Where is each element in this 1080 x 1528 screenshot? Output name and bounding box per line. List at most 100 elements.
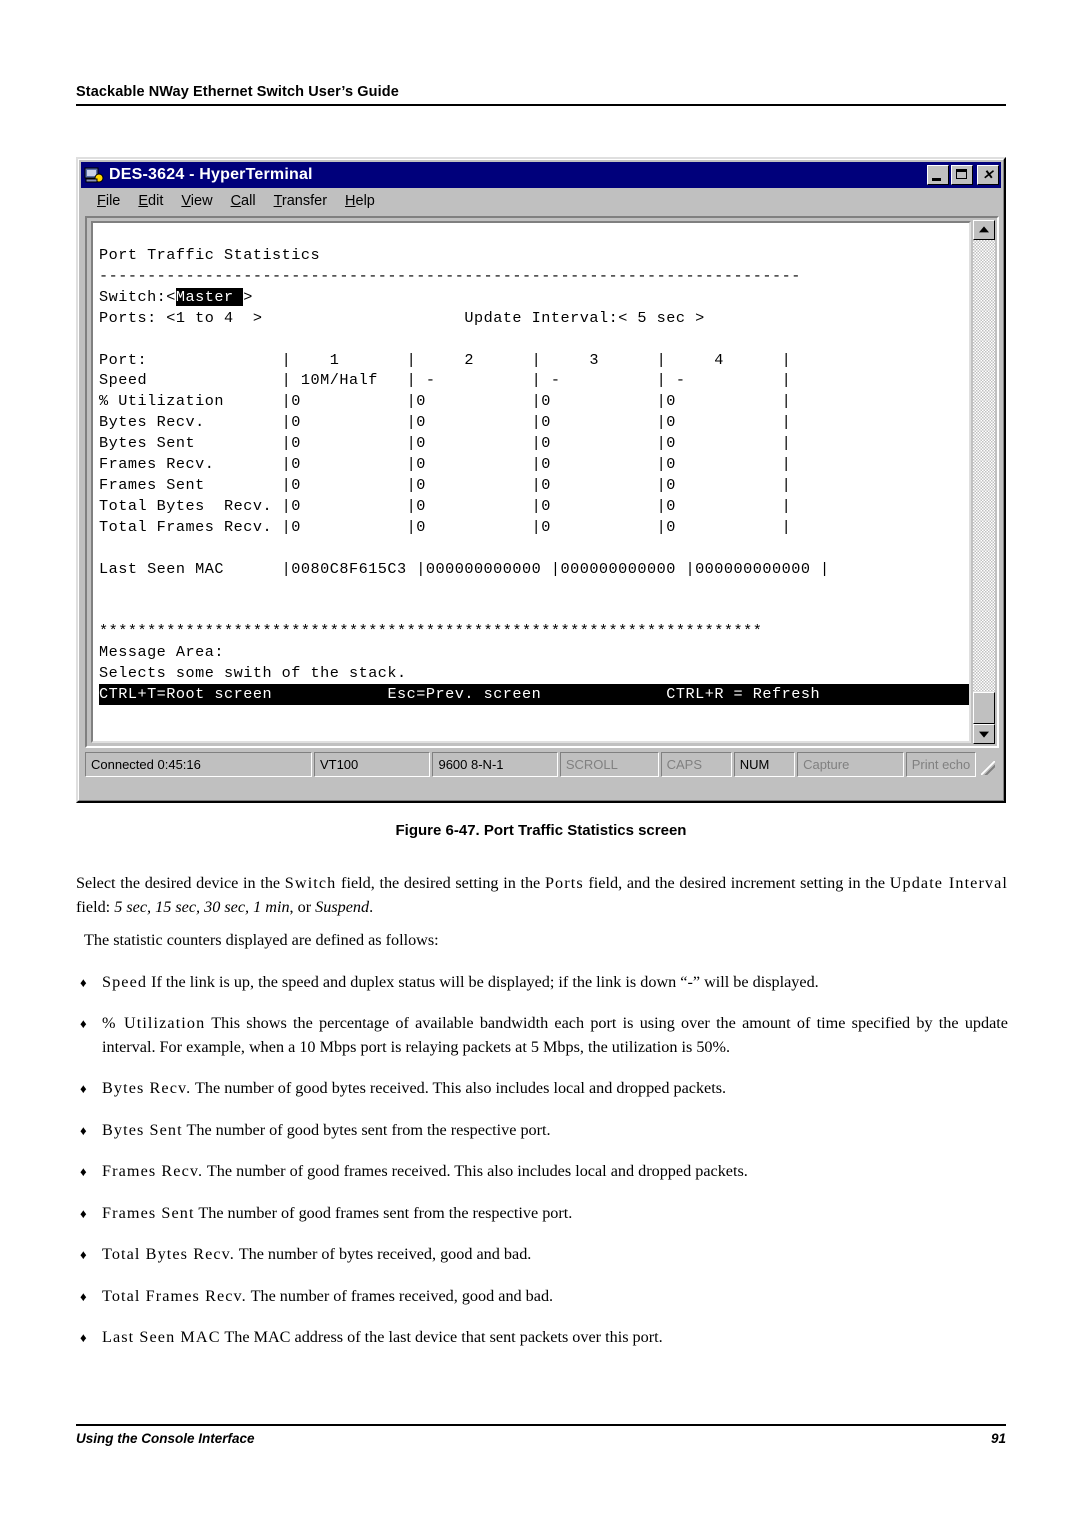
bullet-diamond-icon: ♦ [80, 1122, 87, 1138]
ports-field[interactable]: Ports: <1 to 4 > [99, 309, 262, 327]
message-area-text: Selects some swith of the stack. [99, 664, 407, 683]
list-item: ♦ Bytes Sent The number of good bytes se… [76, 1119, 1008, 1143]
intro-option-suspend: Suspend [315, 897, 370, 916]
list-item: ♦ Total Bytes Recv. The number of bytes … [76, 1243, 1008, 1267]
menu-bar: File Edit View Call Transfer Help [81, 188, 1001, 213]
update-interval-label: Update Interval: [464, 308, 619, 327]
menu-call[interactable]: Call [222, 191, 265, 211]
term-description: The number of frames received, good and … [246, 1286, 554, 1305]
list-item-text: % Utilization This shows the percentage … [102, 1012, 1008, 1059]
intro-text-d: field: [76, 897, 115, 916]
hyperterminal-window: DES-3624 - HyperTerminal ✕ File Edit Vie… [76, 157, 1006, 803]
menu-view[interactable]: View [172, 191, 221, 211]
list-item-text: Speed If the link is up, the speed and d… [102, 971, 1008, 995]
window-title: DES-3624 - HyperTerminal [109, 166, 313, 183]
term-description: The number of good frames received. This… [203, 1162, 748, 1180]
message-area-label: Message Area: [99, 643, 224, 662]
intro-options: 5 sec, 15 sec, 30 sec, 1 min [114, 897, 290, 916]
status-emulation: VT100 [313, 752, 431, 777]
terminal-screen[interactable]: Port Traffic Statistics ----------------… [91, 221, 971, 743]
list-item-text: Bytes Recv. The number of good bytes rec… [102, 1077, 1008, 1101]
window-controls: ✕ [927, 165, 999, 185]
term-label: Last Seen MAC [102, 1328, 221, 1346]
list-item: ♦ Total Frames Recv. The number of frame… [76, 1285, 1008, 1309]
list-item-text: Total Bytes Recv. The number of bytes re… [102, 1243, 1008, 1267]
menu-edit[interactable]: Edit [129, 191, 172, 211]
bullet-diamond-icon: ♦ [80, 1247, 87, 1262]
terminal-divider: ----------------------------------------… [99, 266, 801, 285]
status-connected: Connected 0:45:16 [85, 752, 312, 777]
term-label: Total Frames Recv. [102, 1286, 247, 1305]
switch-field-value[interactable]: Master [175, 287, 244, 306]
bullet-diamond-icon: ♦ [80, 1288, 87, 1304]
document-body: Select the desired device in the Switch … [76, 872, 1008, 1368]
window-statusbar: Connected 0:45:16 VT100 9600 8-N-1 SCROL… [85, 752, 998, 777]
minimize-button[interactable] [927, 165, 949, 185]
term-description: The number of bytes received, good and b… [234, 1245, 532, 1263]
term-description: If the link is up, the speed and duplex … [147, 972, 819, 991]
bullet-diamond-icon: ♦ [80, 1330, 87, 1345]
list-item-text: Total Frames Recv. The number of frames … [102, 1285, 1008, 1309]
page-header: Stackable NWay Ethernet Switch User’s Gu… [76, 84, 1006, 106]
page-header-rule [76, 104, 1006, 106]
list-item: ♦ Frames Sent The number of good frames … [76, 1202, 1008, 1226]
paragraph-intro: Select the desired device in the Switch … [76, 872, 1008, 919]
term-label: Frames Recv. [102, 1162, 204, 1180]
status-refresh: CTRL+R = Refresh [666, 685, 821, 704]
bullet-diamond-icon: ♦ [80, 1164, 87, 1179]
bullet-diamond-icon: ♦ [80, 974, 87, 990]
term-description: The number of good frames sent from the … [194, 1203, 573, 1222]
update-interval-value[interactable]: < 5 sec > [618, 309, 705, 327]
page-footer-rule [76, 1424, 1006, 1426]
term-label: Frames Sent [102, 1203, 195, 1222]
status-print-echo-indicator: Print echo [905, 752, 977, 777]
status-root-screen: CTRL+T=Root screen [99, 685, 273, 704]
status-caps-indicator: CAPS [660, 752, 732, 777]
status-num-indicator: NUM [733, 752, 796, 777]
list-item-text: Frames Recv. The number of good frames r… [102, 1160, 1008, 1184]
intro-text-b: field, the desired setting in the [336, 874, 545, 892]
status-line-settings: 9600 8-N-1 [432, 752, 558, 777]
intro-text-e: , or [289, 897, 316, 916]
list-item-text: Frames Sent The number of good frames se… [102, 1202, 1008, 1226]
intro-term-ports: Ports [544, 874, 584, 892]
scroll-down-button[interactable] [973, 724, 995, 744]
maximize-button[interactable] [951, 165, 973, 185]
resize-grip-icon[interactable] [978, 752, 998, 777]
scroll-up-button[interactable] [973, 220, 995, 240]
figure-caption: Figure 6-47. Port Traffic Statistics scr… [395, 822, 687, 839]
term-description: The MAC address of the last device that … [220, 1328, 663, 1346]
page-header-title: Stackable NWay Ethernet Switch User’s Gu… [76, 84, 399, 100]
terminal-heading: Port Traffic Statistics [99, 246, 321, 264]
scrollbar-thumb[interactable] [973, 692, 995, 724]
list-item-text: Bytes Sent The number of good bytes sent… [102, 1119, 1008, 1143]
terminal-starline: ****************************************… [99, 622, 763, 641]
scrollbar-track[interactable] [973, 240, 995, 724]
terminal-scrollbar[interactable] [973, 220, 995, 744]
hyperterminal-icon [84, 166, 104, 184]
intro-term-update-interval: Update Interval [889, 874, 1009, 892]
term-description: The number of good bytes received. This … [191, 1079, 727, 1097]
term-description: The number of good bytes sent from the r… [182, 1120, 551, 1139]
list-item: ♦ Frames Recv. The number of good frames… [76, 1160, 1008, 1184]
status-capture-indicator: Capture [797, 752, 904, 777]
footer-page-number: 91 [990, 1431, 1006, 1446]
status-scroll-indicator: SCROLL [559, 752, 659, 777]
intro-term-switch: Switch [284, 874, 337, 892]
menu-transfer[interactable]: Transfer [265, 191, 336, 211]
page-footer: Using the Console Interface 91 [76, 1424, 1006, 1446]
footer-section-label: Using the Console Interface [76, 1431, 255, 1446]
intro-text-a: Select the desired device in the [76, 874, 285, 892]
close-button[interactable]: ✕ [977, 165, 999, 185]
term-label: % Utilization [102, 1014, 206, 1032]
menu-file[interactable]: File [88, 191, 129, 211]
menu-help[interactable]: Help [336, 191, 384, 211]
list-item: ♦ % Utilization This shows the percentag… [76, 1012, 1008, 1059]
paragraph-counters-intro: The statistic counters displayed are def… [84, 931, 439, 949]
window-titlebar[interactable]: DES-3624 - HyperTerminal ✕ [81, 162, 1001, 188]
bullet-diamond-icon: ♦ [80, 1016, 87, 1031]
list-item-text: Last Seen MAC The MAC address of the las… [102, 1326, 1008, 1350]
term-label: Bytes Recv. [102, 1079, 192, 1097]
bullet-diamond-icon: ♦ [80, 1081, 87, 1096]
bullet-diamond-icon: ♦ [80, 1205, 87, 1221]
